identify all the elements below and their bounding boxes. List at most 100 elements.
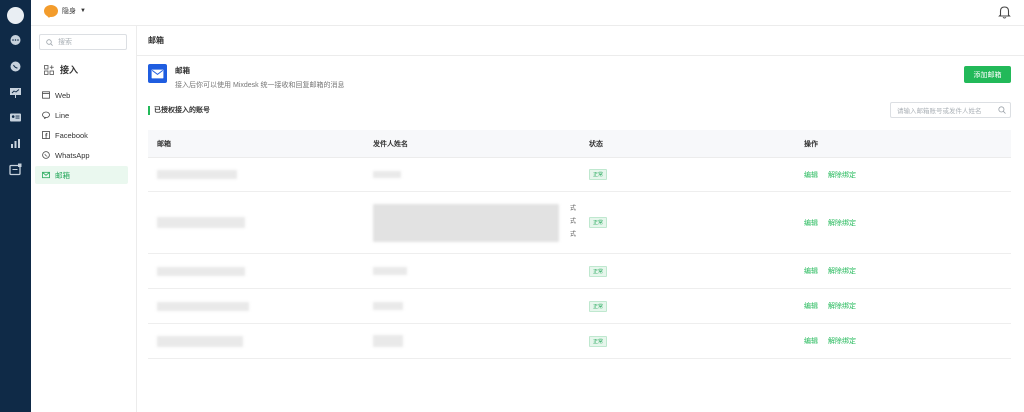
- avatar[interactable]: [7, 7, 24, 24]
- email-cell: [148, 254, 364, 288]
- facebook-icon: [42, 131, 50, 139]
- table-row: 正常 编辑 解除绑定: [148, 289, 1011, 324]
- sidebar-item-label: WhatsApp: [55, 150, 90, 160]
- sidebar-search-placeholder: 搜索: [58, 39, 72, 46]
- sidebar-item-facebook[interactable]: Facebook: [35, 126, 128, 144]
- status-bubble-icon: [44, 5, 58, 17]
- actions-cell: 编辑 解除绑定: [795, 289, 1011, 323]
- top-bar: 隐身 ▼: [31, 0, 1024, 26]
- redacted-sender-name: [373, 203, 559, 242]
- status-badge: 正常: [589, 300, 608, 312]
- sidebar-item-label: Web: [55, 90, 71, 100]
- status-badge: 正常: [589, 169, 608, 180]
- redacted-sender-name: [373, 171, 401, 178]
- sender-name-cell: [364, 254, 580, 288]
- actions-cell: 编辑 解除绑定: [795, 254, 1011, 288]
- agent-status-dropdown[interactable]: 隐身 ▼: [44, 5, 86, 17]
- secondary-sidebar: 搜索 接入 Web Line Facebook WhatsApp 邮箱: [31, 26, 137, 412]
- sender-name-cell: 式 式 式: [364, 192, 580, 253]
- edit-link[interactable]: 编辑: [804, 336, 818, 346]
- window-icon: [42, 91, 50, 99]
- status-cell: 正常: [580, 289, 795, 323]
- redacted-email: [157, 217, 245, 228]
- add-mailbox-button[interactable]: 添加邮箱: [964, 66, 1011, 83]
- channel-nav-list: Web Line Facebook WhatsApp 邮箱: [35, 86, 128, 186]
- redacted-email: [157, 266, 245, 276]
- channel-info: 邮箱 接入后你可以使用 Mixdesk 统一接收和回复邮箱的消息: [148, 64, 345, 90]
- unbind-link[interactable]: 解除绑定: [828, 266, 856, 276]
- actions-cell: 编辑 解除绑定: [795, 324, 1011, 358]
- sidebar-search-input[interactable]: 搜索: [39, 34, 127, 50]
- table-row: 正常 编辑 解除绑定: [148, 324, 1011, 359]
- bar-chart-icon[interactable]: [9, 137, 22, 150]
- line-icon: [42, 111, 50, 119]
- status-label: 隐身: [62, 8, 76, 15]
- column-header-sender-name: 发件人姓名: [373, 140, 408, 148]
- integration-icon[interactable]: [9, 163, 22, 176]
- heading-accent-bar: [148, 105, 150, 115]
- edit-link[interactable]: 编辑: [804, 266, 818, 276]
- contact-card-icon[interactable]: [9, 111, 22, 124]
- sidebar-item-label: Line: [55, 110, 70, 120]
- sidebar-item-label: Facebook: [55, 130, 88, 140]
- title-divider: [137, 55, 1024, 56]
- unbind-link[interactable]: 解除绑定: [828, 301, 856, 311]
- accounts-table: 邮箱 发件人姓名 状态 操作 正常 编辑 解除绑定 式 式 式 正常 编辑 解除…: [148, 130, 1011, 359]
- status-badge: 正常: [589, 335, 608, 347]
- overflow-char: 式: [569, 219, 576, 225]
- presentation-icon[interactable]: [9, 86, 22, 99]
- authorized-accounts-heading: 已授权接入的账号: [148, 105, 210, 115]
- channel-name: 邮箱: [175, 66, 190, 75]
- account-search-input[interactable]: 请输入邮箱账号或发件人姓名: [890, 102, 1011, 118]
- channel-description: 接入后你可以使用 Mixdesk 统一接收和回复邮箱的消息: [175, 82, 345, 89]
- unbind-link[interactable]: 解除绑定: [828, 336, 856, 346]
- section-title: 接入: [60, 65, 79, 75]
- unbind-link[interactable]: 解除绑定: [828, 218, 856, 228]
- sidebar-item-whatsapp[interactable]: WhatsApp: [35, 146, 128, 164]
- sender-name-cell: [364, 324, 580, 358]
- chat-icon[interactable]: [9, 34, 22, 47]
- mail-badge-icon: [148, 64, 167, 83]
- column-header-status: 状态: [589, 140, 603, 148]
- sender-name-overflow: 式 式 式: [570, 203, 576, 242]
- sender-name-cell: [364, 158, 580, 191]
- edit-link[interactable]: 编辑: [804, 301, 818, 311]
- sidebar-item-web[interactable]: Web: [35, 86, 128, 104]
- redacted-email: [157, 301, 249, 311]
- redacted-email: [157, 335, 243, 347]
- table-row: 正常 编辑 解除绑定: [148, 254, 1011, 289]
- overflow-char: 式: [569, 232, 576, 238]
- status-cell: 正常: [580, 192, 795, 253]
- status-cell: 正常: [580, 254, 795, 288]
- main-content: 邮箱 邮箱 接入后你可以使用 Mixdesk 统一接收和回复邮箱的消息 添加邮箱…: [137, 26, 1024, 412]
- app-window: 隐身 ▼ 搜索 接入 Web Line Facebook WhatsApp 邮箱…: [0, 0, 1024, 412]
- whatsapp-rail-icon[interactable]: [9, 60, 22, 73]
- search-icon: [998, 106, 1006, 114]
- sidebar-item-mail[interactable]: 邮箱: [35, 166, 128, 184]
- email-cell: [148, 192, 364, 253]
- redacted-sender-name: [373, 335, 403, 347]
- email-cell: [148, 289, 364, 323]
- status-badge: 正常: [589, 217, 608, 228]
- whatsapp-icon: [42, 151, 50, 159]
- status-badge: 正常: [589, 265, 608, 277]
- bell-icon[interactable]: [998, 5, 1011, 19]
- overflow-char: 式: [569, 206, 576, 212]
- email-cell: [148, 324, 364, 358]
- actions-cell: 编辑 解除绑定: [795, 192, 1011, 253]
- email-cell: [148, 158, 364, 191]
- status-cell: 正常: [580, 324, 795, 358]
- redacted-sender-name: [373, 302, 403, 310]
- column-header-email: 邮箱: [157, 140, 171, 148]
- edit-link[interactable]: 编辑: [804, 218, 818, 228]
- authorized-accounts-label: 已授权接入的账号: [154, 107, 210, 114]
- unbind-link[interactable]: 解除绑定: [828, 170, 856, 180]
- sidebar-item-line[interactable]: Line: [35, 106, 128, 124]
- grid-plus-icon: [44, 64, 54, 75]
- page-title: 邮箱: [148, 36, 164, 45]
- column-header-actions: 操作: [804, 140, 818, 148]
- edit-link[interactable]: 编辑: [804, 170, 818, 180]
- status-cell: 正常: [580, 158, 795, 191]
- redacted-sender-name: [373, 267, 407, 275]
- redacted-email: [157, 170, 237, 179]
